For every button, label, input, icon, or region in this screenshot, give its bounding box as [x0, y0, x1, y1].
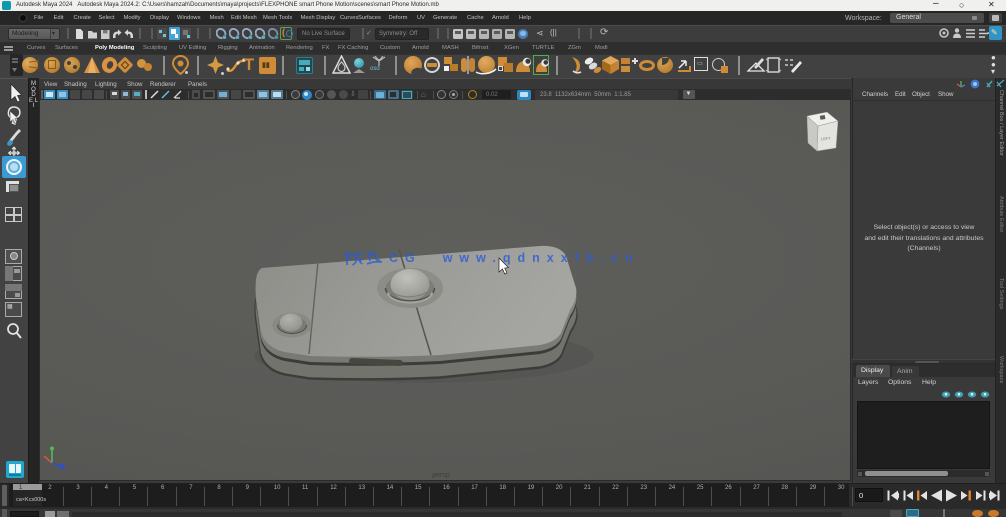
- svg-text:LEFT: LEFT: [821, 136, 832, 142]
- svg-text:persp: persp: [432, 472, 450, 479]
